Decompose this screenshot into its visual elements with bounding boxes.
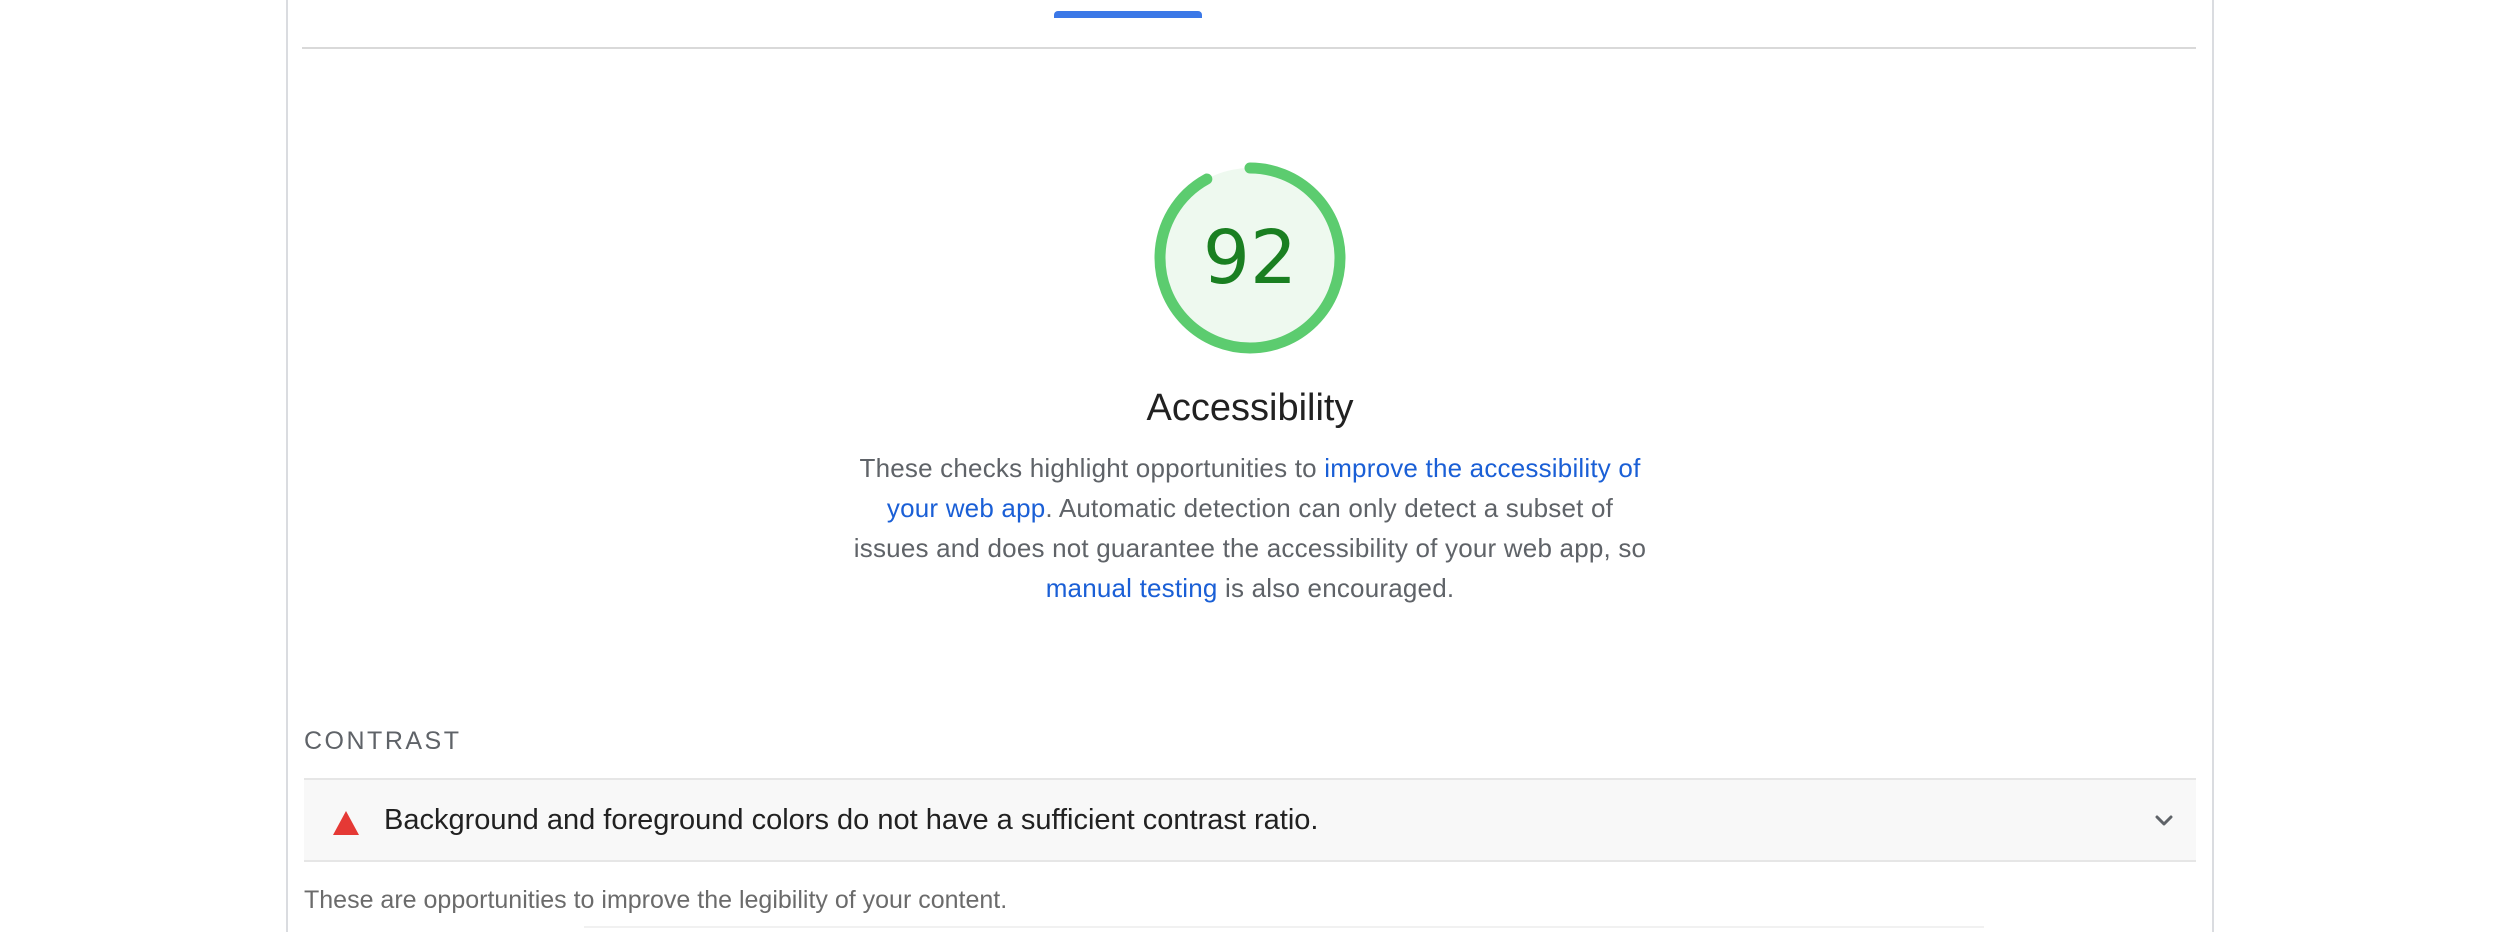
manual-testing-link[interactable]: manual testing <box>1046 573 1218 603</box>
divider <box>584 926 1984 928</box>
score-gauge[interactable]: 92 <box>1152 160 1348 356</box>
divider <box>302 47 2196 49</box>
active-tab-indicator <box>1054 11 1202 18</box>
warning-triangle-icon <box>333 811 359 835</box>
description-text: These checks highlight opportunities to <box>859 453 1325 483</box>
group-title: CONTRAST <box>304 727 462 755</box>
category-description: These checks highlight opportunities to … <box>850 448 1650 608</box>
score-value: 92 <box>1202 215 1298 301</box>
category-title: Accessibility <box>1146 387 1354 429</box>
audit-row-color-contrast[interactable]: Background and foreground colors do not … <box>304 778 2196 862</box>
audit-title: Background and foreground colors do not … <box>384 804 1319 836</box>
chevron-down-icon[interactable] <box>2150 806 2178 834</box>
group-description: These are opportunities to improve the l… <box>304 886 1008 914</box>
description-text: is also encouraged. <box>1217 573 1455 603</box>
